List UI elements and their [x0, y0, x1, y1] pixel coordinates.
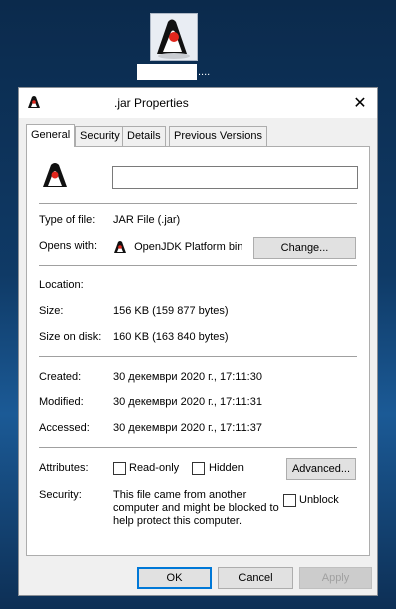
security-label: Security: [39, 489, 82, 501]
size-on-disk-label: Size on disk: [39, 331, 102, 343]
desktop-jar-icon[interactable] [150, 13, 198, 61]
general-panel: Type of file: JAR File (.jar) Opens with… [26, 146, 370, 556]
size-on-disk-value: 160 KB (163 840 bytes) [113, 331, 229, 343]
divider [39, 356, 357, 357]
window-title: .jar Properties [114, 96, 189, 110]
tab-details[interactable]: Details [122, 126, 166, 146]
change-button[interactable]: Change... [253, 237, 356, 259]
type-of-file-label: Type of file: [39, 214, 96, 226]
filename-ellipsis: .... [198, 66, 211, 78]
advanced-button[interactable]: Advanced... [286, 458, 356, 480]
attributes-label: Attributes: [39, 462, 89, 474]
desktop-icon-label[interactable]: .... [137, 64, 211, 80]
apply-button[interactable]: Apply [299, 567, 372, 589]
tab-security[interactable]: Security [75, 126, 125, 146]
hidden-checkbox[interactable] [192, 462, 205, 475]
size-label: Size: [39, 305, 64, 317]
unblock-checkbox[interactable] [283, 494, 296, 507]
security-message: This file came from another computer and… [113, 489, 279, 527]
readonly-checkbox[interactable] [113, 462, 126, 475]
java-duke-icon [157, 19, 190, 59]
created-label: Created: [39, 371, 82, 383]
size-value: 156 KB (159 877 bytes) [113, 305, 229, 317]
java-duke-icon [43, 163, 67, 187]
accessed-label: Accessed: [39, 422, 90, 434]
divider [39, 265, 357, 266]
close-button[interactable]: ✕ [343, 88, 377, 118]
location-label: Location: [39, 279, 84, 291]
close-icon: ✕ [353, 95, 367, 112]
java-duke-icon [114, 241, 126, 253]
accessed-value: 30 декември 2020 г., 17:11:37 [113, 422, 262, 434]
opens-with-label: Opens with: [39, 240, 98, 252]
ok-button[interactable]: OK [137, 567, 212, 589]
properties-dialog: .jar Properties ✕ General Security Detai… [18, 87, 378, 596]
unblock-label: Unblock [299, 494, 339, 506]
readonly-label: Read-only [129, 462, 180, 474]
title-bar[interactable]: .jar Properties ✕ [19, 88, 377, 118]
modified-value: 30 декември 2020 г., 17:11:31 [113, 396, 262, 408]
filename-highlight [137, 64, 197, 80]
cancel-button[interactable]: Cancel [218, 567, 293, 589]
divider [39, 447, 357, 448]
type-of-file-value: JAR File (.jar) [113, 214, 181, 226]
java-duke-icon [28, 96, 40, 108]
tab-previous-versions[interactable]: Previous Versions [169, 126, 268, 146]
tab-general[interactable]: General [26, 124, 76, 147]
created-value: 30 декември 2020 г., 17:11:30 [113, 371, 262, 383]
divider [39, 203, 357, 204]
opens-with-value: OpenJDK Platform binary [112, 239, 242, 257]
hidden-label: Hidden [209, 462, 244, 474]
modified-label: Modified: [39, 396, 84, 408]
file-name-input[interactable] [112, 166, 358, 189]
opens-with-app: OpenJDK Platform binary [134, 241, 242, 253]
